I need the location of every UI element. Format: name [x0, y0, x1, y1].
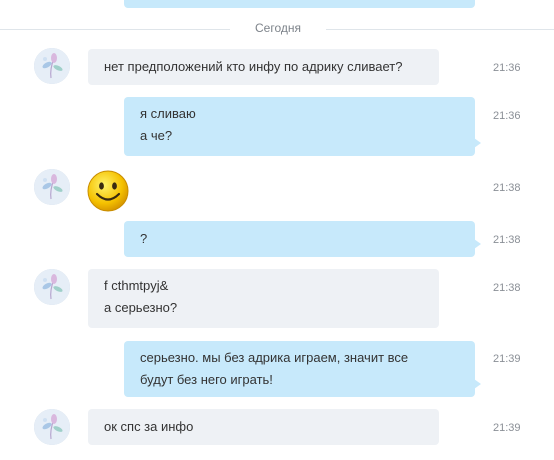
avatar[interactable]	[34, 269, 70, 305]
message-time: 21:38	[493, 282, 521, 294]
message-text: нет предположений кто инфу по адрику сли…	[104, 59, 403, 74]
chat-history: Сегодня нет предположений кто инфу по ад…	[0, 0, 554, 460]
message-text: серьезно. мы без адрика играем, значит в…	[140, 350, 409, 365]
message-time: 21:39	[493, 353, 521, 365]
avatar[interactable]	[34, 409, 70, 445]
message-text: я сливаю	[140, 106, 196, 121]
day-divider-line-right	[326, 29, 554, 30]
message-bubble-outgoing[interactable]: я сливаю а че?	[124, 97, 481, 156]
day-divider-line-left	[0, 29, 230, 30]
previous-message-bubble[interactable]	[124, 0, 475, 8]
avatar-flower-icon	[34, 48, 70, 84]
avatar[interactable]	[34, 48, 70, 84]
message-time: 21:36	[493, 62, 521, 74]
message-bubble-incoming[interactable]: нет предположений кто инфу по адрику сли…	[88, 49, 439, 85]
message-time: 21:38	[493, 182, 521, 194]
bubble-tail	[474, 138, 481, 148]
message-bubble-outgoing[interactable]: ?	[124, 221, 481, 257]
bubble-tail	[474, 239, 481, 249]
avatar[interactable]	[34, 169, 70, 205]
message-text: ок спс за инфо	[104, 419, 194, 434]
message-time: 21:38	[493, 234, 521, 246]
bubble-tail	[474, 379, 481, 389]
message-bubble-incoming[interactable]: f cthmtpyj& а серьезно?	[88, 269, 439, 328]
message-text: а че?	[140, 128, 173, 143]
avatar-flower-icon	[34, 169, 70, 205]
message-text: ?	[140, 231, 148, 246]
message-bubble-outgoing[interactable]: серьезно. мы без адрика играем, значит в…	[124, 341, 481, 397]
message-time: 21:39	[493, 422, 521, 434]
message-time: 21:36	[493, 110, 521, 122]
avatar-flower-icon	[34, 409, 70, 445]
smiley-emoji-icon[interactable]	[86, 169, 130, 218]
message-text: а серьезно?	[104, 300, 178, 315]
day-separator: Сегодня	[230, 21, 326, 35]
message-text: f cthmtpyj&	[104, 278, 169, 293]
message-bubble-incoming[interactable]: ок спс за инфо	[88, 409, 439, 445]
avatar-flower-icon	[34, 269, 70, 305]
message-text: будут без него играть!	[140, 372, 273, 387]
